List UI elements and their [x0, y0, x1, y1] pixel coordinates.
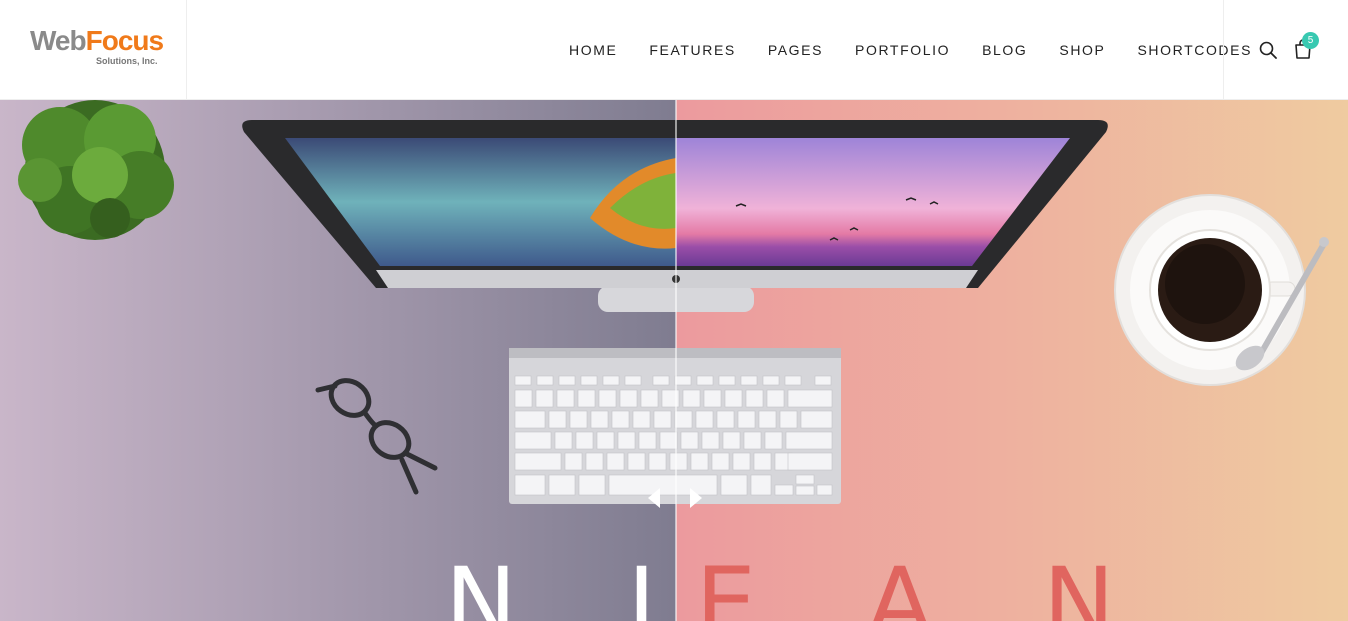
- hero-title: N IE A N: [445, 555, 1155, 621]
- header-actions: 5: [1223, 0, 1348, 100]
- plant-image: [18, 100, 174, 240]
- coffee-cup-image: [1114, 194, 1329, 386]
- search-icon[interactable]: [1258, 40, 1278, 60]
- nav-item-portfolio[interactable]: PORTFOLIO: [839, 42, 966, 58]
- logo-web-text: Web: [30, 25, 87, 56]
- eyeglasses-image: [315, 378, 438, 495]
- slider-next-arrow-icon[interactable]: [690, 488, 702, 508]
- slider-prev-arrow-icon[interactable]: [648, 488, 660, 508]
- site-header: WebFocus Solutions, Inc. HOME FEATURES P…: [0, 0, 1348, 100]
- slider-divider[interactable]: [675, 100, 677, 621]
- nav-item-blog[interactable]: BLOG: [966, 42, 1043, 58]
- hero-title-right: E A N: [695, 555, 1155, 621]
- logo-tagline: Solutions, Inc.: [96, 56, 158, 66]
- logo[interactable]: WebFocus Solutions, Inc.: [30, 25, 164, 67]
- logo-focus-text: Focus: [85, 25, 164, 56]
- nav-item-features[interactable]: FEATURES: [633, 42, 751, 58]
- logo-container: WebFocus Solutions, Inc.: [0, 0, 187, 100]
- logo-wordmark: WebFocus: [30, 25, 164, 56]
- nav-item-pages[interactable]: PAGES: [752, 42, 839, 58]
- main-nav: HOME FEATURES PAGES PORTFOLIO BLOG SHOP …: [553, 0, 1268, 100]
- nav-item-shop[interactable]: SHOP: [1043, 42, 1121, 58]
- hero-title-left: N I: [445, 555, 696, 621]
- nav-item-home[interactable]: HOME: [553, 42, 633, 58]
- hero-slider: N IE A N: [0, 100, 1348, 621]
- cart-count-badge: 5: [1302, 32, 1319, 49]
